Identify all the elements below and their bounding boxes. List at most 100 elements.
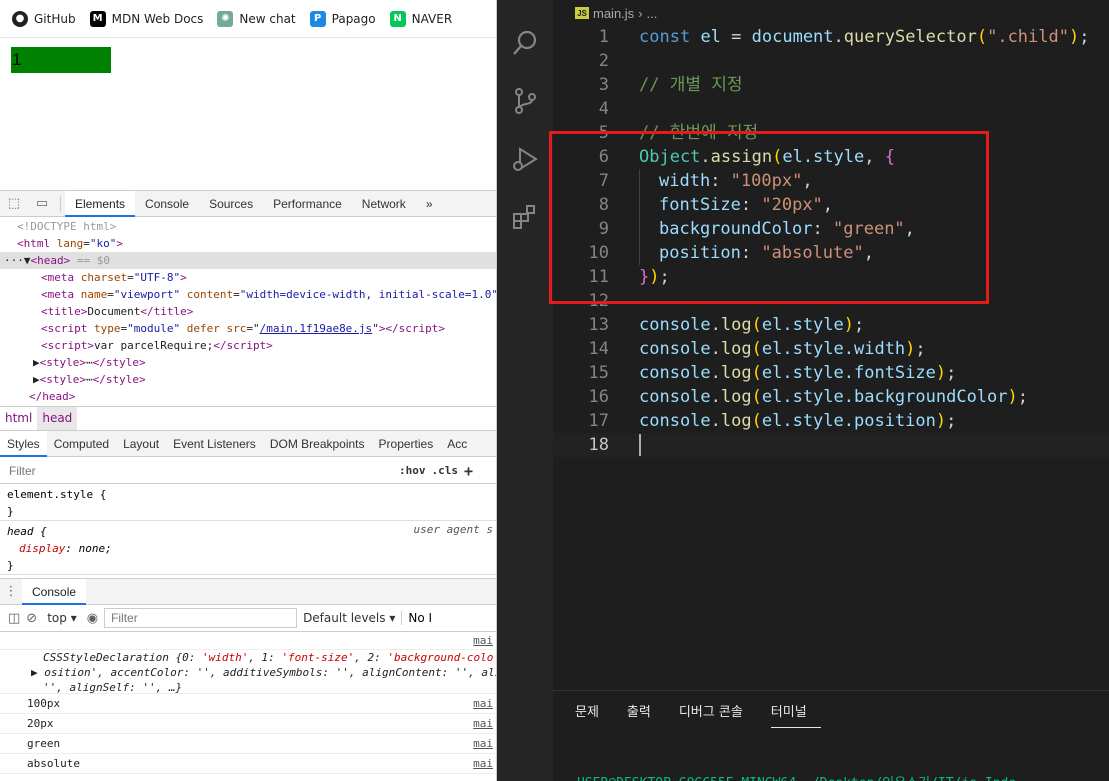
code-line-current[interactable]: 18 — [553, 433, 1109, 457]
tab-styles[interactable]: Styles — [0, 430, 47, 457]
line-number: 18 — [588, 435, 609, 455]
source-link[interactable]: mai — [473, 633, 493, 648]
breadcrumb-head[interactable]: head — [37, 407, 78, 430]
code-line[interactable]: 9 backgroundColor: "green", — [553, 217, 1109, 241]
meta-charset-node[interactable]: <meta charset="UTF-8"> — [0, 269, 496, 286]
context-select[interactable]: top ▾ — [43, 611, 81, 625]
search-icon[interactable] — [497, 14, 553, 72]
source-link[interactable]: mai — [473, 714, 493, 734]
element-style-rule[interactable]: element.style { } — [0, 485, 496, 521]
bookmark-papago[interactable]: P Papago — [309, 10, 376, 27]
doctype-node[interactable]: <!DOCTYPE html> — [0, 218, 496, 235]
bookmark-mdn[interactable]: M MDN Web Docs — [89, 10, 203, 27]
code-line[interactable]: 12 — [553, 289, 1109, 313]
code-line[interactable]: 5 // 한번에 지정 — [553, 121, 1109, 145]
cls-toggle[interactable]: .cls — [432, 464, 459, 477]
tab-accessibility[interactable]: Acc — [440, 431, 474, 457]
hov-toggle[interactable]: :hov — [399, 464, 426, 477]
naver-icon: N — [389, 10, 406, 27]
tab-debug-console[interactable]: 디버그 콘솔 — [679, 698, 757, 728]
code-line[interactable]: 8 fontSize: "20px", — [553, 193, 1109, 217]
bookmark-label: NAVER — [411, 11, 453, 26]
tab-elements[interactable]: Elements — [65, 190, 136, 217]
log-levels-select[interactable]: Default levels ▾ — [303, 611, 395, 625]
head-ua-rule[interactable]: head { user agent s display: none; } — [0, 521, 496, 575]
code-line[interactable]: 3 // 개별 지정 — [553, 73, 1109, 97]
sidebar-toggle-icon[interactable]: ◫ — [8, 611, 20, 626]
tab-console[interactable]: Console — [135, 191, 199, 217]
console-message: absolute mai — [0, 754, 496, 774]
tab-properties[interactable]: Properties — [372, 431, 441, 457]
tab-dom-breakpoints[interactable]: DOM Breakpoints — [263, 431, 372, 457]
terminal-prompt[interactable]: USER@DESKTOP-G0GC55E MINGW64 ~/Desktop/인… — [577, 772, 1016, 781]
html-node[interactable]: <html lang="ko"> — [0, 235, 496, 252]
tab-performance[interactable]: Performance — [263, 191, 352, 217]
code-line[interactable]: 14 console.log(el.style.width); — [553, 337, 1109, 361]
styles-filter-input[interactable] — [3, 460, 393, 481]
tab-layout[interactable]: Layout — [116, 431, 166, 457]
code-line[interactable]: 15 console.log(el.style.fontSize); — [553, 361, 1109, 385]
code-line[interactable]: 13 console.log(el.style); — [553, 313, 1109, 337]
code-line[interactable]: 6 Object.assign(el.style, { — [553, 145, 1109, 169]
breadcrumb-html[interactable]: html — [0, 407, 37, 430]
console-object-message[interactable]: CSSStyleDeclaration {0: 'width', 1: 'fon… — [0, 650, 497, 694]
bookmark-github[interactable]: ● GitHub — [12, 10, 76, 27]
tab-problems[interactable]: 문제 — [575, 698, 613, 728]
drawer-tab-console[interactable]: Console — [22, 578, 87, 605]
object-preview: '', alignSelf: '', …} — [43, 681, 183, 694]
bookmark-naver[interactable]: N NAVER — [389, 10, 453, 27]
code-line[interactable]: 2 — [553, 49, 1109, 73]
device-toolbar-icon[interactable]: ▭ — [28, 191, 56, 217]
tab-event-listeners[interactable]: Event Listeners — [166, 431, 263, 457]
console-filter-input[interactable] — [104, 608, 298, 628]
breadcrumb-symbol[interactable]: ... — [647, 6, 658, 21]
expand-arrow-icon[interactable]: ▶ — [31, 666, 44, 679]
clear-console-icon[interactable]: ⊘ — [26, 611, 37, 626]
source-control-icon[interactable] — [497, 72, 553, 130]
source-link[interactable]: mai — [473, 754, 493, 774]
object-preview: osition', accentColor: '', additiveSymbo… — [44, 666, 497, 679]
drawer-menu-icon[interactable]: ⋮ — [0, 579, 22, 605]
code-line[interactable]: 11}); — [553, 265, 1109, 289]
editor-area[interactable]: JS main.js › ... 1 const el = document.qu… — [553, 0, 1109, 690]
log-value: 20px — [27, 717, 54, 730]
tab-network[interactable]: Network — [352, 191, 416, 217]
source-link[interactable]: mai — [473, 694, 493, 714]
token-keyword: const — [639, 27, 691, 47]
tab-computed[interactable]: Computed — [47, 431, 116, 457]
style-node[interactable]: ▶<style>⋯</style> — [0, 371, 496, 388]
source-link[interactable]: mai — [473, 734, 493, 754]
token-identifier: el.style — [782, 147, 865, 167]
token-comment: // 한번에 지정 — [639, 123, 759, 143]
style-node[interactable]: ▶<style>⋯</style> — [0, 354, 496, 371]
breadcrumb-file[interactable]: main.js — [593, 6, 634, 21]
code-line[interactable]: 7 width: "100px", — [553, 169, 1109, 193]
mdn-icon: M — [89, 10, 106, 27]
bookmark-new-chat[interactable]: ✺ New chat — [217, 10, 296, 27]
extensions-icon[interactable] — [497, 188, 553, 246]
run-debug-icon[interactable] — [497, 130, 553, 188]
code-line[interactable]: 17 console.log(el.style.position); — [553, 409, 1109, 433]
live-expression-icon[interactable]: ◉ — [87, 611, 98, 626]
code-line[interactable]: 1 const el = document.querySelector(".chi… — [553, 25, 1109, 49]
tab-output[interactable]: 출력 — [627, 698, 665, 728]
script-src-link[interactable]: /main.1f19ae8e.js — [260, 322, 373, 335]
script-inline-node[interactable]: <script>var parcelRequire;</script> — [0, 337, 496, 354]
inspect-element-icon[interactable]: ⬚ — [0, 191, 28, 217]
issues-button[interactable]: No I — [401, 611, 432, 625]
meta-viewport-node[interactable]: <meta name="viewport" content="width=dev… — [0, 286, 496, 303]
bookmarks-bar: ● GitHub M MDN Web Docs ✺ New chat P Pap… — [0, 0, 496, 38]
script-module-node[interactable]: <script type="module" defer src="/main.1… — [0, 320, 496, 337]
more-tabs-button[interactable]: » — [416, 191, 443, 217]
code-line[interactable]: 4 — [553, 97, 1109, 121]
head-close-node[interactable]: </head> — [0, 388, 496, 405]
console-toolbar: ◫ ⊘ top ▾ ◉ Default levels ▾ No I — [0, 605, 496, 632]
code-line[interactable]: 10 position: "absolute", — [553, 241, 1109, 265]
head-node-selected[interactable]: ···▼<head> == $0 — [0, 252, 496, 269]
tab-sources[interactable]: Sources — [199, 191, 263, 217]
tab-terminal[interactable]: 터미널 — [770, 698, 821, 728]
add-rule-icon[interactable]: + — [464, 462, 473, 480]
code-line[interactable]: 16 console.log(el.style.backgroundColor); — [553, 385, 1109, 409]
code-editor[interactable]: 1 const el = document.querySelector(".chi… — [553, 25, 1109, 457]
title-node[interactable]: <title>Document</title> — [0, 303, 496, 320]
